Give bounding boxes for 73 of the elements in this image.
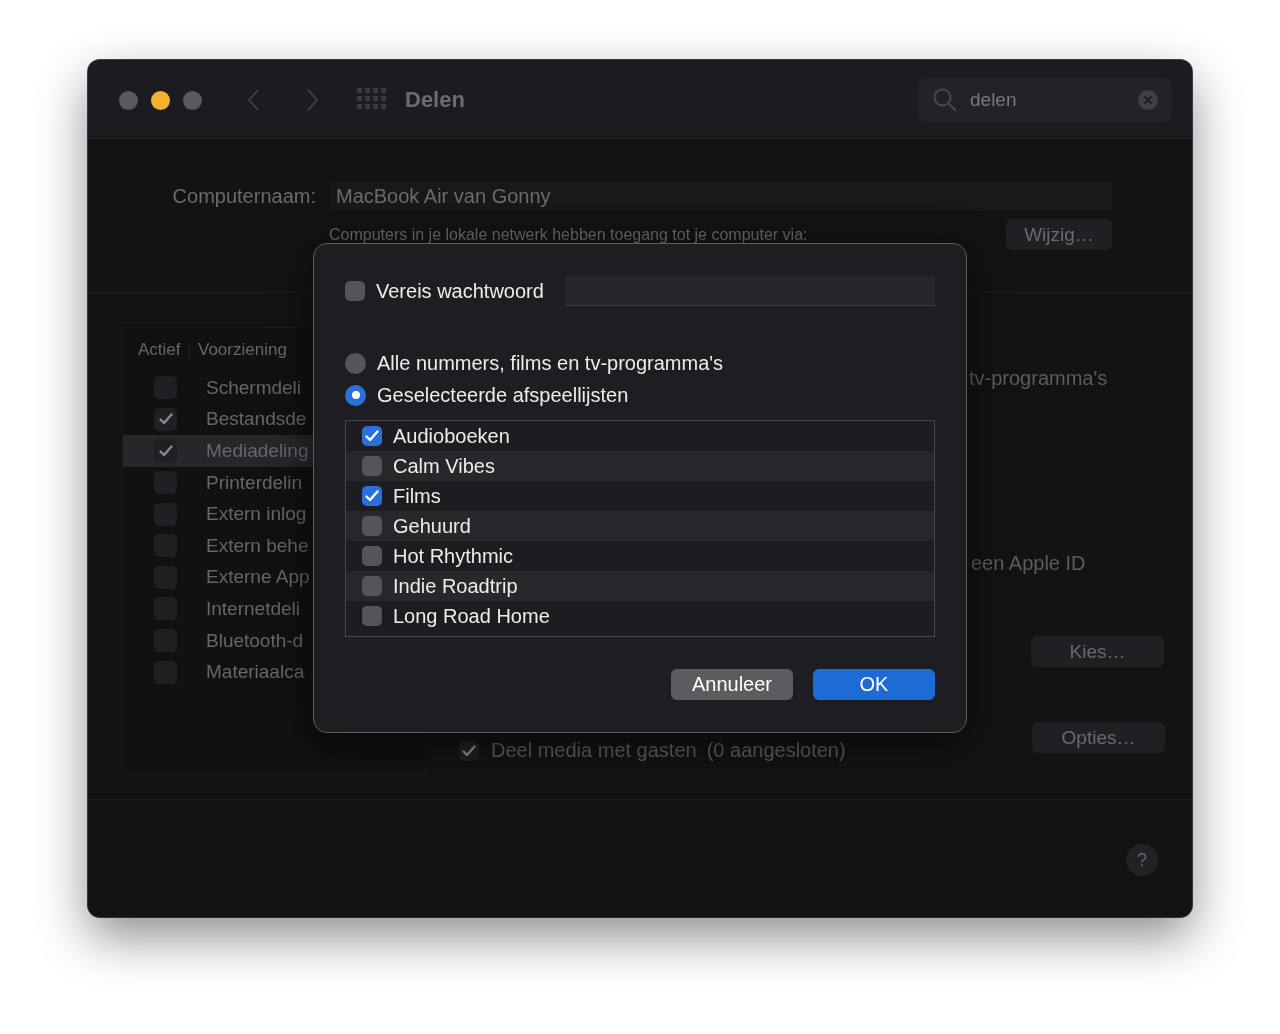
checkmark-icon xyxy=(365,490,379,502)
checkbox[interactable] xyxy=(362,456,382,476)
playlist-name: Hot Rhythmic xyxy=(393,544,514,568)
checkbox[interactable] xyxy=(362,516,382,536)
column-header[interactable]: Actief xyxy=(123,340,190,360)
service-name: Extern inlog xyxy=(206,503,307,526)
playlist-name: Long Road Home xyxy=(393,604,550,628)
network-note: Computers in je lokale netwerk hebben toegang tot je computer via: xyxy=(329,225,808,244)
help-button[interactable]: ? xyxy=(1126,844,1158,876)
checkbox[interactable] xyxy=(362,576,382,596)
checkbox[interactable] xyxy=(362,606,382,626)
ok-button[interactable]: OK xyxy=(813,669,935,700)
clear-icon[interactable] xyxy=(1138,90,1158,110)
service-name: Extern behe xyxy=(206,534,309,557)
service-row[interactable]: Internetdeli xyxy=(123,593,313,625)
service-row[interactable]: Schermdeli xyxy=(123,372,313,404)
service-row[interactable]: Bluetooth-d xyxy=(123,624,313,657)
window-title: Delen xyxy=(405,87,465,113)
grid-icon[interactable] xyxy=(357,88,387,112)
service-name: Internetdeli xyxy=(206,597,300,620)
service-name: Schermdeli xyxy=(206,376,302,399)
radio-label: Geselecteerde afspeellijsten xyxy=(377,383,629,407)
apple-id-text: een Apple ID xyxy=(971,552,1087,575)
guests-label: Deel media met gasten xyxy=(491,739,697,762)
service-name: Materiaalca xyxy=(206,661,305,684)
password-field[interactable] xyxy=(564,276,935,306)
back-icon[interactable] xyxy=(247,88,261,112)
checkbox[interactable] xyxy=(362,546,382,566)
search-field[interactable]: delen xyxy=(918,78,1172,122)
service-row[interactable]: Externe App xyxy=(123,561,313,594)
window-control-icon[interactable] xyxy=(151,90,170,110)
options-button[interactable]: Opties… xyxy=(1032,722,1165,753)
service-name: Bestandsde xyxy=(206,408,307,431)
service-row[interactable]: Materiaalca xyxy=(123,656,313,688)
service-name: Bluetooth-d xyxy=(206,629,304,652)
radio-label: Alle nummers, films en tv-programma's xyxy=(377,351,724,375)
playlist-name: Calm Vibes xyxy=(393,454,495,478)
guests-count: (0 aangesloten) xyxy=(706,739,846,762)
checkbox[interactable] xyxy=(362,426,382,446)
checkbox[interactable] xyxy=(154,407,177,431)
computer-name-field[interactable]: MacBook Air van Gonny xyxy=(330,181,1112,211)
service-name: Mediadeling xyxy=(206,440,309,462)
checkmark-icon xyxy=(365,430,379,442)
checkmark-icon xyxy=(462,744,476,757)
playlist-name: Films xyxy=(393,484,441,508)
radio-button[interactable] xyxy=(345,384,366,406)
service-row[interactable]: Extern behe xyxy=(123,529,313,562)
checkbox[interactable] xyxy=(345,281,365,301)
service-row[interactable]: Bestandsde xyxy=(123,403,313,436)
service-name: Printerdelin xyxy=(206,471,303,494)
service-row[interactable]: Mediadeling xyxy=(123,435,313,467)
playlist-name: Audioboeken xyxy=(393,424,510,448)
checkbox[interactable] xyxy=(459,740,479,761)
edit-button[interactable]: Wijzig… xyxy=(1006,219,1112,250)
checkbox[interactable] xyxy=(362,486,382,506)
cancel-button[interactable]: Annuleer xyxy=(671,669,793,700)
service-row[interactable]: Extern inlog xyxy=(123,498,313,530)
library-option-text: tv-programma's xyxy=(969,367,1109,390)
playlist-name: Indie Roadtrip xyxy=(393,574,518,598)
column-header[interactable]: Voorziening xyxy=(190,340,287,360)
computer-name-label: Computernaam: xyxy=(171,184,316,208)
checkmark-icon xyxy=(158,445,173,457)
search-field[interactable]: delen xyxy=(968,88,1128,112)
password-label: Vereis wachtwoord xyxy=(376,279,544,303)
choose-button[interactable]: Kies… xyxy=(1031,636,1164,667)
search-icon xyxy=(932,87,958,113)
service-name: Externe App xyxy=(206,566,310,589)
checkbox[interactable] xyxy=(154,439,177,463)
checkmark-icon xyxy=(158,413,173,426)
playlist-name: Gehuurd xyxy=(393,514,471,538)
service-row[interactable]: Printerdelin xyxy=(123,466,313,499)
radio-button[interactable] xyxy=(345,352,366,374)
forward-icon[interactable] xyxy=(305,88,319,112)
